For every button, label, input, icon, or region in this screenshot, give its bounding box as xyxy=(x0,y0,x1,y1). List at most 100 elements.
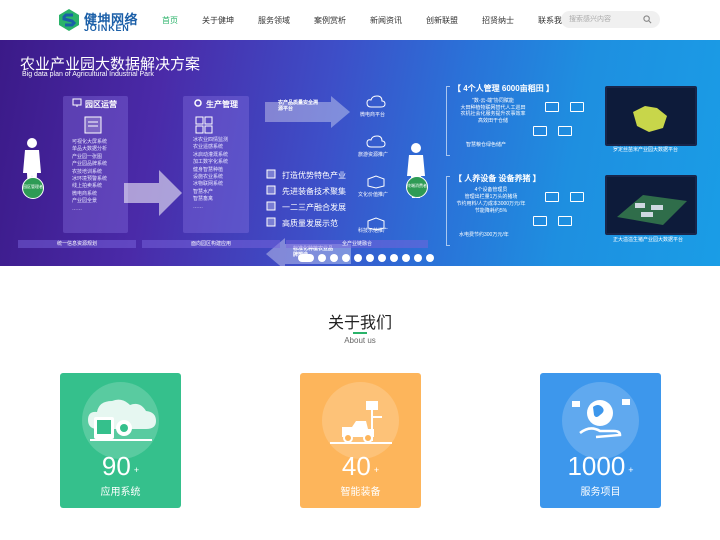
feature-icon xyxy=(266,217,276,227)
device-icon xyxy=(545,102,559,112)
grid-icon xyxy=(195,116,213,134)
cloud-icon xyxy=(366,135,386,148)
stat-plus: + xyxy=(133,465,140,475)
bar-label: 统一信息资源规划 xyxy=(18,240,136,248)
panel2-item: 智慧畜禽 xyxy=(193,196,214,203)
device-icon xyxy=(558,216,572,226)
document-icon xyxy=(84,116,102,134)
panel1-item: 产业园全景 xyxy=(72,198,98,205)
feature-item: 先进装备技术聚集 xyxy=(282,187,346,196)
banner-subtitle: Big data plan of Agricultural Industrial… xyxy=(22,71,154,78)
panel1-title: 园区运营 xyxy=(85,100,117,109)
slider-dots xyxy=(298,254,434,262)
bar-label: 面向园区构建应用 xyxy=(142,240,280,248)
slider-dot[interactable] xyxy=(354,254,362,262)
bracket-decoration xyxy=(446,86,450,156)
device-icon xyxy=(533,126,547,136)
slider-dot[interactable] xyxy=(402,254,410,262)
nav-item-careers[interactable]: 招贤纳士 xyxy=(470,0,526,40)
dashboard-screen xyxy=(605,86,697,146)
block2-line: 管理出栏量1万头的猪场 xyxy=(464,194,518,200)
stat-number: 1000 + xyxy=(540,451,661,482)
stat-number: 90 + xyxy=(60,451,181,482)
search-input[interactable] xyxy=(569,11,641,28)
stat-plus: + xyxy=(628,465,634,475)
panel1-item: 线上拍卖系统 xyxy=(72,183,103,190)
device-icon xyxy=(558,126,572,136)
block1-caption: 罗定丝苗米产业园大数据平台 xyxy=(613,147,679,153)
box-icon xyxy=(367,175,385,189)
globe-hand-icon xyxy=(572,399,630,439)
stat-card-projects[interactable]: 1000 + 服务项目 xyxy=(540,373,661,508)
cloud-monitor-icon xyxy=(88,399,156,441)
arrow-right-icon xyxy=(124,170,182,216)
brand-name-en: JOINKEN xyxy=(84,23,130,33)
farm-equipment-icon xyxy=(330,401,392,444)
slider-dot[interactable] xyxy=(318,254,326,262)
block2-caption: 正大溢溢生猪产业园大数据平台 xyxy=(613,237,684,243)
block2-note: 水电费节约300万元/年 xyxy=(459,232,509,238)
feature-item: 打造优势特色产业 xyxy=(282,171,346,180)
device-icon xyxy=(533,216,547,226)
block2-line: 4个设备管理员 xyxy=(474,187,508,193)
person-right-label: 终端消费者 xyxy=(406,176,428,198)
slider-dot[interactable] xyxy=(342,254,350,262)
platform-label: 旅游资源推广 xyxy=(358,152,389,158)
feature-item: 一二三产融合发展 xyxy=(282,203,346,212)
stat-value: 40 xyxy=(341,451,371,481)
device-icon xyxy=(570,102,584,112)
map-icon xyxy=(633,106,667,132)
block2-lines: 4个设备管理员 管理出栏量1万头的猪场 节约用料/人力成本3000万元/年 节能… xyxy=(446,187,536,215)
slider-dot[interactable] xyxy=(426,254,434,262)
slider-dot[interactable] xyxy=(378,254,386,262)
stat-plus: + xyxy=(373,465,380,475)
panel1-item: 农技培训系统 xyxy=(72,168,103,175)
brand-logo[interactable]: 健坤网络 JOINKEN xyxy=(58,8,138,34)
stat-value: 1000 xyxy=(567,451,626,481)
panel2-item: 农业遥感系统 xyxy=(193,144,224,151)
gear-icon xyxy=(194,99,202,107)
block1-lines: "数-云-端"协同赋能 大田种植物联网替代人工巡田 农机社会化服务提升农事效率 … xyxy=(453,98,533,124)
panel1-item: …… xyxy=(72,205,82,212)
nav-item-cases[interactable]: 案例赏析 xyxy=(302,0,358,40)
slider-dot[interactable] xyxy=(366,254,374,262)
stat-label: 应用系统 xyxy=(100,487,141,498)
block2-line: 节能降耗约5% xyxy=(474,208,508,214)
hero-banner[interactable]: 农业产业园大数据解决方案 Big data plan of Agricultur… xyxy=(0,40,720,266)
nav-item-services[interactable]: 服务领域 xyxy=(246,0,302,40)
block1-line: 高效田干仓储 xyxy=(477,117,508,124)
feature-icon xyxy=(266,169,276,179)
stat-card-equipment[interactable]: 40 + 智能装备 xyxy=(300,373,421,508)
slider-dot[interactable] xyxy=(414,254,422,262)
nav-item-news[interactable]: 新闻资讯 xyxy=(358,0,414,40)
block1-heading: 【 4个人管理 6000亩稻田 】 xyxy=(453,84,554,93)
nav-item-alliance[interactable]: 创新联盟 xyxy=(414,0,470,40)
slider-dot[interactable] xyxy=(330,254,338,262)
platform-label: 微电商平台 xyxy=(360,112,386,118)
device-icon xyxy=(570,192,584,202)
monitor-icon xyxy=(72,98,82,107)
feature-icon xyxy=(266,201,276,211)
search-icon[interactable] xyxy=(643,15,652,24)
panel2-item: …… xyxy=(193,203,203,210)
feature-item: 高质量发展示范 xyxy=(282,219,338,228)
block2-line: 节约用料/人力成本3000万元/年 xyxy=(456,201,526,207)
bracket-decoration xyxy=(446,176,450,246)
dashboard-screen xyxy=(605,175,697,235)
cloud-icon xyxy=(366,95,386,108)
nav-item-home[interactable]: 首页 xyxy=(150,0,190,40)
logo-icon xyxy=(59,9,79,31)
stat-label: 智能装备 xyxy=(340,487,381,498)
platform-label: 科技示范推广 xyxy=(358,228,389,234)
nav-item-about[interactable]: 关于健坤 xyxy=(190,0,246,40)
slider-dot[interactable] xyxy=(298,254,314,262)
stat-value: 90 xyxy=(101,451,131,481)
farm-3d-icon xyxy=(617,195,687,225)
slider-dot[interactable] xyxy=(390,254,398,262)
title-underline xyxy=(353,332,367,334)
panel2-item: 冰物联网系统 xyxy=(193,181,224,188)
person-left-label: 园区管理者 xyxy=(22,177,44,199)
stat-card-systems[interactable]: 90 + 应用系统 xyxy=(60,373,181,508)
site-header: 健坤网络 JOINKEN 首页 关于健坤 服务领域 案例赏析 新闻资讯 创新联盟… xyxy=(0,0,720,40)
arrow-top-label: 农产品质量安全溯源平台 xyxy=(278,100,319,112)
